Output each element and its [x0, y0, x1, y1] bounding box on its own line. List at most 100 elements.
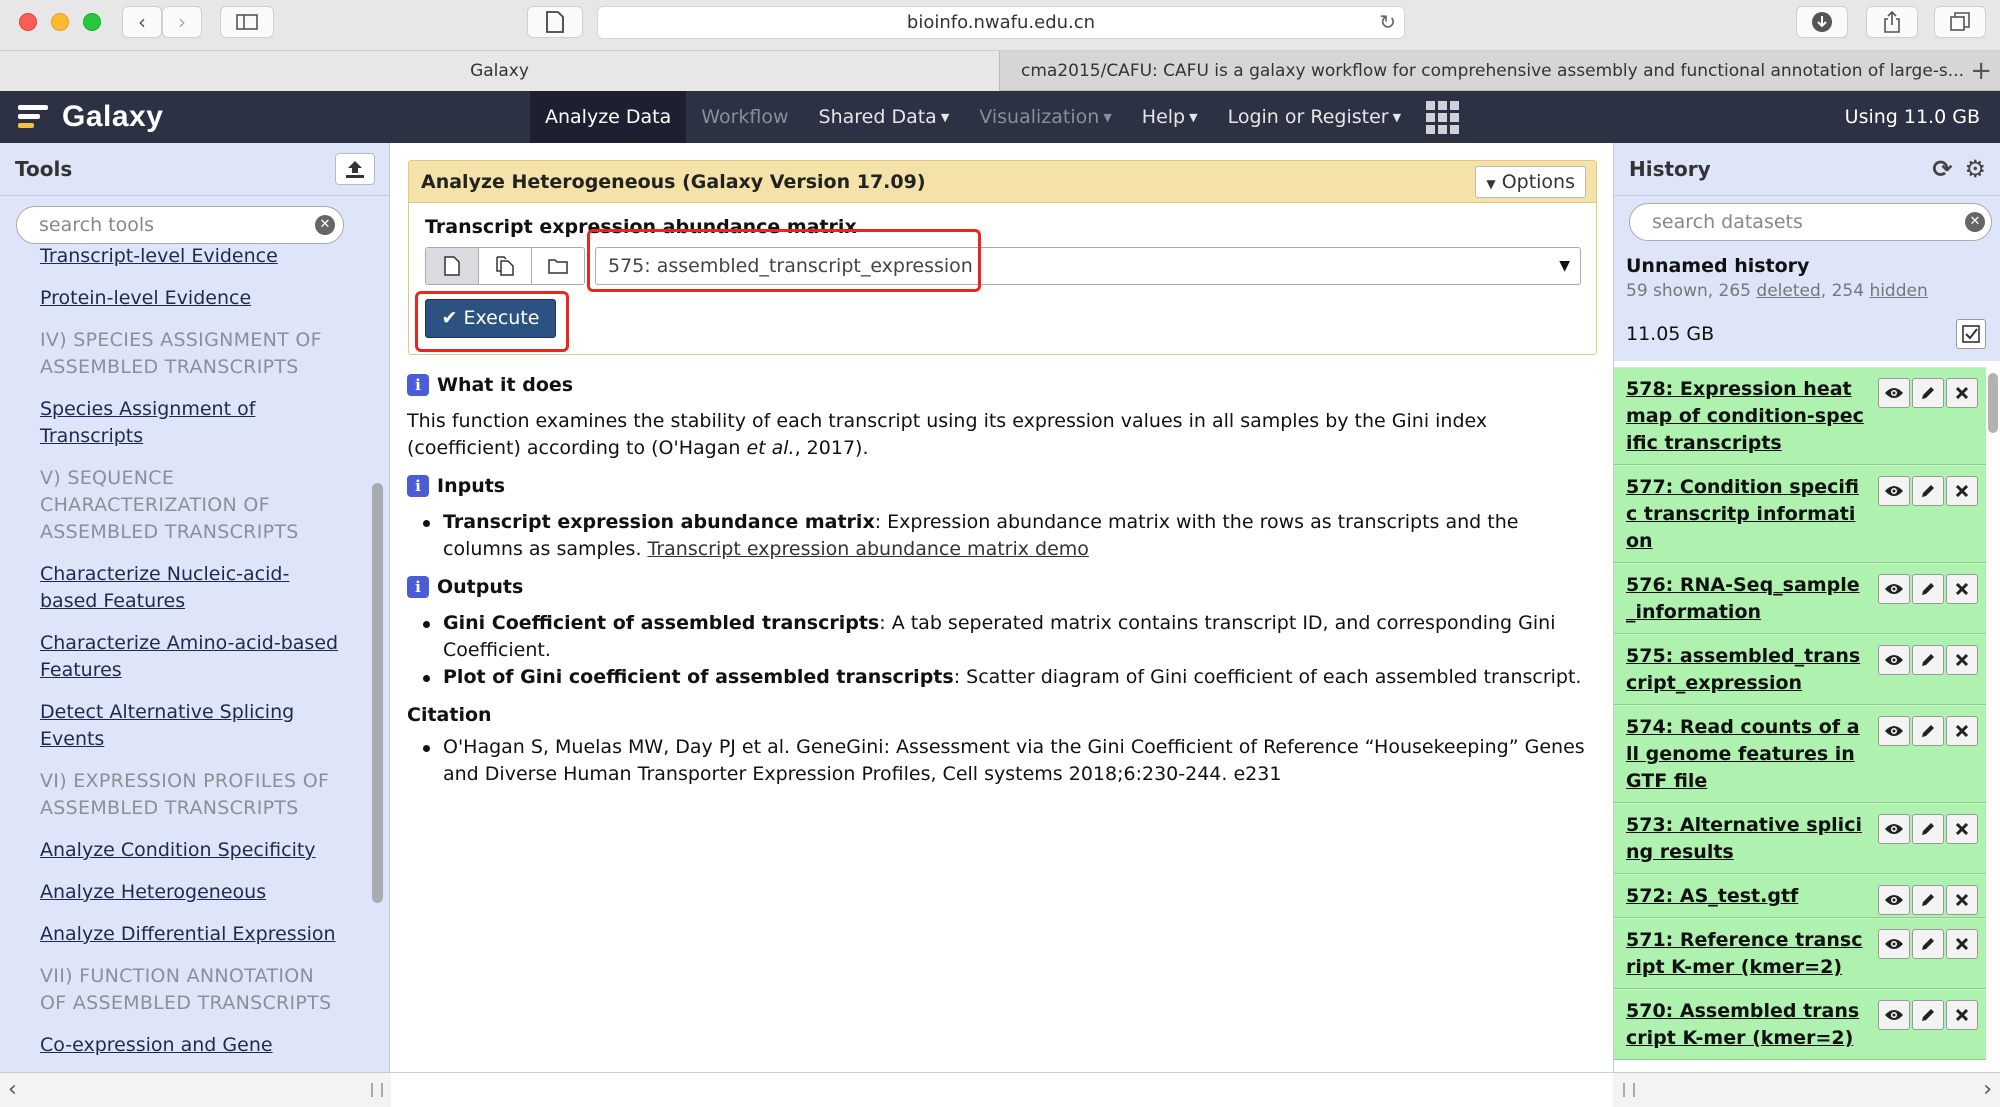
- nav-workflow[interactable]: Workflow: [686, 91, 803, 143]
- select-items-button[interactable]: [1956, 319, 1986, 349]
- eye-icon[interactable]: [1878, 1000, 1910, 1030]
- pencil-icon[interactable]: [1912, 1000, 1944, 1030]
- tool-search-input[interactable]: search tools ✕: [16, 206, 344, 244]
- history-dataset[interactable]: 574: Read counts of all genome features …: [1614, 705, 1986, 803]
- tool-link[interactable]: Characterize Nucleic-acid-based Features: [40, 561, 340, 615]
- back-button[interactable]: ‹: [122, 6, 162, 38]
- delete-icon[interactable]: [1946, 476, 1978, 506]
- delete-icon[interactable]: [1946, 716, 1978, 746]
- pencil-icon[interactable]: [1912, 716, 1944, 746]
- history-dataset[interactable]: 570: Assembled transcript K-mer (kmer=2): [1614, 989, 1986, 1060]
- nav-help[interactable]: Help ▼: [1127, 91, 1213, 143]
- tool-link[interactable]: Co-expression and Gene: [40, 1032, 340, 1059]
- options-button[interactable]: ▼ Options: [1475, 166, 1586, 198]
- eye-icon[interactable]: [1878, 476, 1910, 506]
- eye-icon[interactable]: [1878, 645, 1910, 675]
- refresh-icon[interactable]: ⟳: [1932, 155, 1952, 183]
- nav-shared-data[interactable]: Shared Data ▼: [804, 91, 965, 143]
- downloads-button[interactable]: [1796, 6, 1848, 38]
- history-dataset[interactable]: 576: RNA-Seq_sample_information: [1614, 563, 1986, 634]
- upload-button[interactable]: [335, 153, 375, 185]
- tabs-overview-button[interactable]: [1934, 6, 1986, 38]
- multiple-datasets-button[interactable]: [479, 248, 532, 284]
- demo-link[interactable]: Transcript expression abundance matrix d…: [648, 538, 1089, 560]
- minimize-window-button[interactable]: [51, 13, 69, 31]
- delete-icon[interactable]: [1946, 814, 1978, 844]
- quota-meter[interactable]: Using 11.0 GB: [1845, 91, 1980, 143]
- chevron-left-icon[interactable]: ‹: [8, 1077, 17, 1102]
- pencil-icon[interactable]: [1912, 476, 1944, 506]
- tool-link[interactable]: Analyze Heterogeneous: [40, 879, 340, 906]
- delete-icon[interactable]: [1946, 929, 1978, 959]
- share-button[interactable]: [1866, 6, 1918, 38]
- zoom-window-button[interactable]: [83, 13, 101, 31]
- collection-button[interactable]: [532, 248, 584, 284]
- eye-icon[interactable]: [1878, 814, 1910, 844]
- tool-panel-scrollbar[interactable]: [372, 483, 383, 903]
- tool-link[interactable]: Analyze Condition Specificity: [40, 837, 340, 864]
- history-dataset[interactable]: 577: Condition specific transcritp infor…: [1614, 465, 1986, 563]
- nav-visualization[interactable]: Visualization ▼: [964, 91, 1126, 143]
- resize-grip-icon[interactable]: [1623, 1083, 1635, 1097]
- eye-icon[interactable]: [1878, 378, 1910, 408]
- eye-icon[interactable]: [1878, 574, 1910, 604]
- address-bar[interactable]: bioinfo.nwafu.edu.cn ↻: [597, 6, 1405, 39]
- eye-icon[interactable]: [1878, 716, 1910, 746]
- resize-grip-icon[interactable]: [371, 1083, 383, 1097]
- history-name[interactable]: Unnamed history: [1626, 255, 1809, 277]
- dataset-title[interactable]: 574: Read counts of all genome features …: [1626, 714, 1864, 795]
- apps-grid-icon[interactable]: [1416, 91, 1468, 143]
- show-hidden-link[interactable]: hidden: [1869, 281, 1927, 301]
- pencil-icon[interactable]: [1912, 645, 1944, 675]
- delete-icon[interactable]: [1946, 885, 1978, 915]
- pencil-icon[interactable]: [1912, 814, 1944, 844]
- browser-tab-cafu[interactable]: cma2015/CAFU: CAFU is a galaxy workflow …: [1001, 51, 1966, 91]
- dataset-title[interactable]: 572: AS_test.gtf: [1626, 883, 1864, 910]
- delete-icon[interactable]: [1946, 1000, 1978, 1030]
- new-tab-button[interactable]: +: [1970, 51, 1992, 91]
- tool-panel-hscroll[interactable]: ‹: [0, 1072, 391, 1107]
- pencil-icon[interactable]: [1912, 929, 1944, 959]
- pencil-icon[interactable]: [1912, 574, 1944, 604]
- history-search-input[interactable]: search datasets ✕: [1629, 203, 1992, 241]
- eye-icon[interactable]: [1878, 885, 1910, 915]
- nav-login[interactable]: Login or Register ▼: [1213, 91, 1416, 143]
- history-dataset[interactable]: 571: Reference transcript K-mer (kmer=2): [1614, 918, 1986, 989]
- history-hscroll[interactable]: ›: [1613, 1072, 2000, 1107]
- dataset-title[interactable]: 578: Expression heat map of condition-sp…: [1626, 376, 1864, 457]
- history-dataset[interactable]: 573: Alternative splicing results: [1614, 803, 1986, 874]
- delete-icon[interactable]: [1946, 378, 1978, 408]
- dataset-title[interactable]: 577: Condition specific transcritp infor…: [1626, 474, 1864, 555]
- dataset-title[interactable]: 571: Reference transcript K-mer (kmer=2): [1626, 927, 1864, 981]
- chevron-right-icon[interactable]: ›: [1983, 1077, 1992, 1102]
- galaxy-brand[interactable]: Galaxy: [18, 91, 163, 143]
- dataset-title[interactable]: 570: Assembled transcript K-mer (kmer=2): [1626, 998, 1864, 1052]
- tool-link[interactable]: Protein-level Evidence: [40, 285, 340, 312]
- single-dataset-button[interactable]: [426, 248, 479, 284]
- close-window-button[interactable]: [19, 13, 37, 31]
- reader-button[interactable]: [527, 6, 583, 38]
- tool-link[interactable]: Analyze Differential Expression: [40, 921, 340, 948]
- eye-icon[interactable]: [1878, 929, 1910, 959]
- dataset-title[interactable]: 575: assembled_transcript_expression: [1626, 643, 1864, 697]
- browser-tab-galaxy[interactable]: Galaxy: [0, 51, 1000, 91]
- history-dataset[interactable]: 572: AS_test.gtf: [1614, 874, 1986, 918]
- dataset-title[interactable]: 573: Alternative splicing results: [1626, 812, 1864, 866]
- clear-search-icon[interactable]: ✕: [1965, 212, 1985, 232]
- delete-icon[interactable]: [1946, 645, 1978, 675]
- history-dataset[interactable]: 575: assembled_transcript_expression: [1614, 634, 1986, 705]
- history-scrollbar[interactable]: [1988, 373, 1998, 433]
- reload-icon[interactable]: ↻: [1379, 7, 1396, 38]
- forward-button[interactable]: ›: [162, 6, 202, 38]
- pencil-icon[interactable]: [1912, 378, 1944, 408]
- gear-icon[interactable]: ⚙: [1964, 155, 1986, 183]
- tool-link[interactable]: Species Assignment of Transcripts: [40, 396, 340, 450]
- tool-link[interactable]: Transcript-level Evidence: [40, 243, 340, 270]
- tool-link[interactable]: Detect Alternative Splicing Events: [40, 699, 340, 753]
- sidebar-toggle-button[interactable]: [220, 6, 274, 38]
- nav-analyze-data[interactable]: Analyze Data: [530, 91, 687, 143]
- pencil-icon[interactable]: [1912, 885, 1944, 915]
- show-deleted-link[interactable]: deleted: [1756, 281, 1820, 301]
- dataset-title[interactable]: 576: RNA-Seq_sample_information: [1626, 572, 1864, 626]
- tool-link[interactable]: Characterize Amino-acid-based Features: [40, 630, 340, 684]
